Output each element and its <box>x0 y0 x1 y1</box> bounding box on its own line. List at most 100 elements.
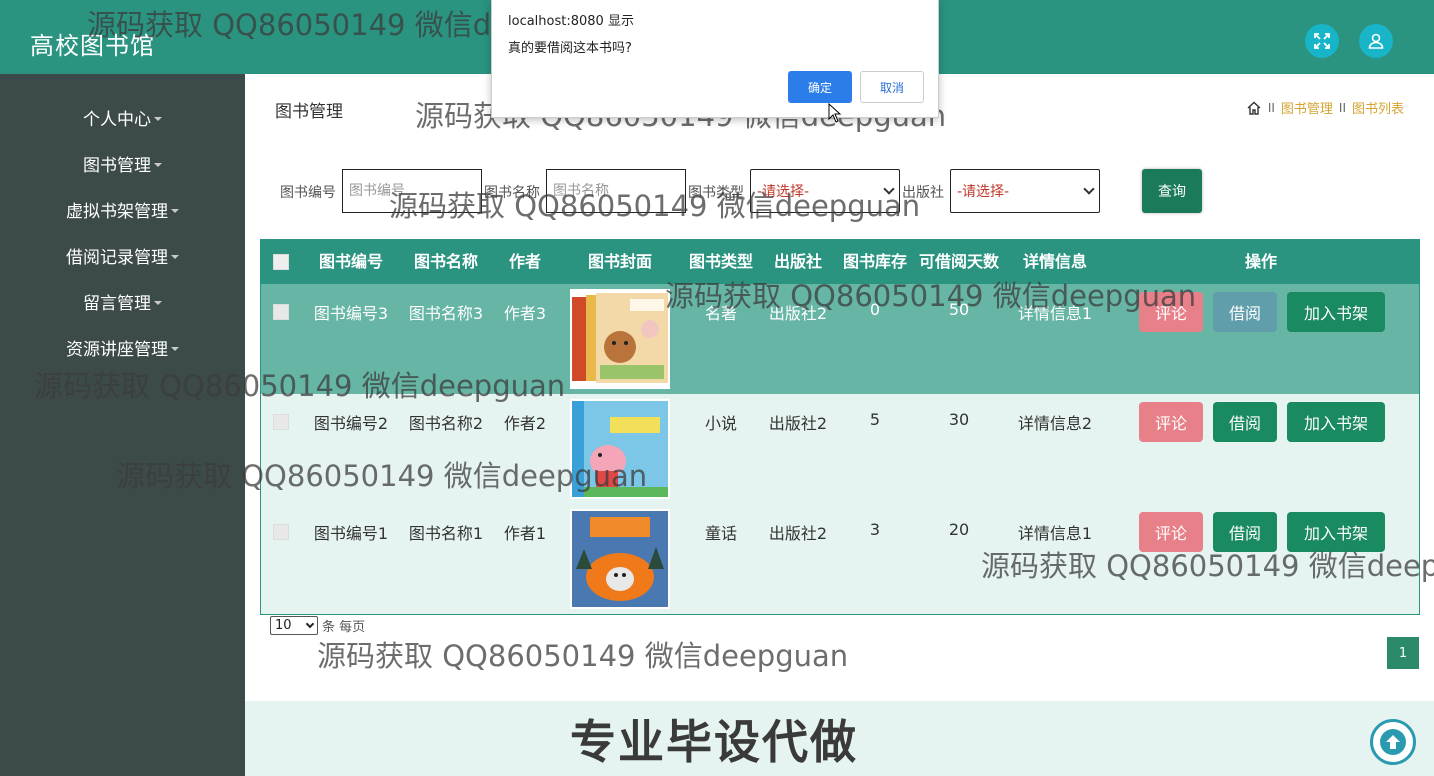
book-no-input[interactable] <box>342 169 482 213</box>
page-size-select[interactable]: 10 <box>270 616 318 635</box>
footer-banner-text: 专业毕设代做 <box>570 715 858 769</box>
detail-cell: 详情信息1 <box>1017 524 1093 543</box>
sidebar-item-lectures[interactable]: 资源讲座管理 <box>0 324 245 370</box>
sidebar-item-label: 个人中心 <box>83 109 151 130</box>
book-cover[interactable] <box>570 399 670 499</box>
column-header: 可借阅天数 <box>918 252 999 271</box>
user-icon <box>1368 33 1384 49</box>
breadcrumb-book-management[interactable]: 图书管理 <box>1281 98 1333 117</box>
page-title: 图书管理 <box>275 102 343 122</box>
sidebar-item-borrow-records[interactable]: 借阅记录管理 <box>0 232 245 278</box>
breadcrumb-separator: II <box>1338 100 1346 115</box>
main-content: 图书管理 II 图书管理 II 图书列表 图书编号 图书名称 图书类型 -请选择… <box>245 74 1434 701</box>
author-cell: 作者2 <box>503 414 547 433</box>
page-size-control: 10 条 每页 <box>270 616 365 635</box>
detail-cell: 详情信息1 <box>1017 304 1093 323</box>
book-type-value: -请选择- <box>757 184 810 200</box>
publisher-select[interactable]: -请选择- <box>950 169 1100 213</box>
column-header: 详情信息 <box>1022 252 1087 271</box>
days-cell: 20 <box>948 520 970 539</box>
table-row[interactable]: 图书编号2 图书名称2 作者2 小说 出版社2 5 30 详情信息2 评论 借阅… <box>261 394 1419 504</box>
type-cell: 名著 <box>704 304 737 323</box>
back-to-top-button[interactable] <box>1370 719 1416 765</box>
breadcrumb-book-list[interactable]: 图书列表 <box>1352 98 1404 117</box>
publisher-label: 出版社 <box>902 185 944 201</box>
app-title: 高校图书馆 <box>30 32 155 60</box>
sidebar-item-label: 留言管理 <box>83 293 151 314</box>
book-cover[interactable] <box>570 509 670 609</box>
author-cell: 作者3 <box>503 304 547 323</box>
page-number-button[interactable]: 1 <box>1387 637 1419 669</box>
caret-down-icon <box>154 163 162 167</box>
page-size-value: 10 <box>275 618 292 633</box>
book-no-cell: 图书编号1 <box>313 524 389 543</box>
book-no-cell: 图书编号3 <box>313 304 389 323</box>
sidebar-item-virtual-shelf[interactable]: 虚拟书架管理 <box>0 186 245 232</box>
sidebar-item-label: 借阅记录管理 <box>66 247 168 268</box>
column-header: 图书库存 <box>842 252 907 271</box>
dialog-cancel-button[interactable]: 取消 <box>860 71 924 103</box>
book-no-label: 图书编号 <box>280 185 336 201</box>
breadcrumb-separator: II <box>1267 100 1275 115</box>
borrow-button[interactable]: 借阅 <box>1213 292 1277 332</box>
confirm-dialog: localhost:8080 显示 真的要借阅这本书吗? 确定 取消 <box>491 0 939 118</box>
sidebar-item-messages[interactable]: 留言管理 <box>0 278 245 324</box>
sidebar-item-book-management[interactable]: 图书管理 <box>0 140 245 186</box>
publisher-cell: 出版社2 <box>768 414 828 433</box>
row-checkbox[interactable] <box>273 524 289 540</box>
borrow-button[interactable]: 借阅 <box>1213 402 1277 442</box>
stock-cell: 0 <box>869 300 881 319</box>
caret-down-icon <box>154 117 162 121</box>
book-cover-image <box>570 509 670 609</box>
column-header: 出版社 <box>773 252 822 271</box>
review-button[interactable]: 评论 <box>1139 292 1203 332</box>
mouse-cursor-icon <box>828 103 842 123</box>
add-to-shelf-button[interactable]: 加入书架 <box>1287 402 1385 442</box>
user-button[interactable] <box>1359 24 1393 58</box>
days-cell: 30 <box>948 410 970 429</box>
publisher-cell: 出版社2 <box>768 304 828 323</box>
add-to-shelf-button[interactable]: 加入书架 <box>1287 512 1385 552</box>
row-checkbox[interactable] <box>273 414 289 430</box>
table-row[interactable]: 图书编号3 图书名称3 作者3 名著 出版社2 0 50 详情信息1 评论 借阅… <box>261 284 1419 394</box>
chevron-down-icon <box>883 183 895 195</box>
expand-icon <box>1314 33 1330 49</box>
chevron-down-icon <box>305 619 315 629</box>
column-header: 图书名称 <box>413 252 478 271</box>
borrow-button[interactable]: 借阅 <box>1213 512 1277 552</box>
type-cell: 小说 <box>704 414 737 433</box>
review-button[interactable]: 评论 <box>1139 402 1203 442</box>
footer: 专业毕设代做 <box>245 701 1434 776</box>
per-page-label: 条 每页 <box>322 620 366 635</box>
book-cover-image <box>570 399 670 499</box>
add-to-shelf-button[interactable]: 加入书架 <box>1287 292 1385 332</box>
sidebar: 个人中心 图书管理 虚拟书架管理 借阅记录管理 留言管理 资源讲座管理 <box>0 74 245 776</box>
caret-down-icon <box>171 347 179 351</box>
dialog-origin: localhost:8080 显示 <box>508 14 634 29</box>
book-name-label: 图书名称 <box>484 185 540 201</box>
stock-cell: 5 <box>869 410 881 429</box>
book-name-input[interactable] <box>546 169 686 213</box>
select-all-checkbox[interactable] <box>273 254 289 270</box>
book-name-cell: 图书名称3 <box>408 304 484 323</box>
caret-down-icon <box>154 301 162 305</box>
fullscreen-button[interactable] <box>1305 24 1339 58</box>
row-checkbox[interactable] <box>273 304 289 320</box>
table-header: 图书编号 图书名称 作者 图书封面 图书类型 出版社 图书库存 可借阅天数 详情… <box>261 240 1419 284</box>
stock-cell: 3 <box>869 520 881 539</box>
query-button[interactable]: 查询 <box>1142 169 1202 213</box>
table-row[interactable]: 图书编号1 图书名称1 作者1 童话 出版社2 3 20 详情信息1 评论 借阅… <box>261 504 1419 614</box>
author-cell: 作者1 <box>503 524 547 543</box>
column-header: 图书封面 <box>587 252 652 271</box>
dialog-message: 真的要借阅这本书吗? <box>508 41 632 56</box>
days-cell: 50 <box>948 300 970 319</box>
home-icon[interactable] <box>1246 100 1262 116</box>
caret-down-icon <box>171 255 179 259</box>
sidebar-item-personal-center[interactable]: 个人中心 <box>0 94 245 140</box>
book-type-select[interactable]: -请选择- <box>750 169 900 213</box>
book-cover-image <box>570 289 670 389</box>
book-cover[interactable] <box>570 289 670 389</box>
dialog-ok-button[interactable]: 确定 <box>788 71 852 103</box>
review-button[interactable]: 评论 <box>1139 512 1203 552</box>
column-header: 图书类型 <box>688 252 753 271</box>
